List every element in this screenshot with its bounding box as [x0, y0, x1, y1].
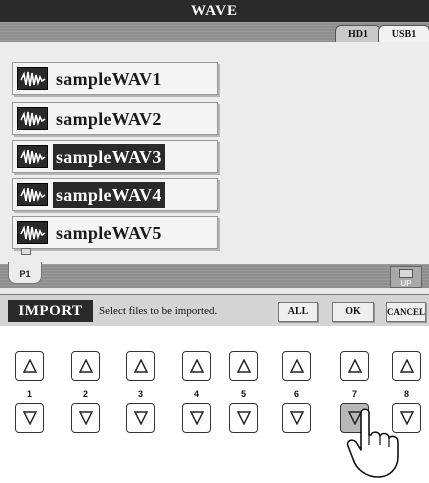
file-name: sampleWAV5 [56, 223, 162, 243]
wave-file-icon [17, 221, 48, 244]
button-number-8: 8 [403, 389, 409, 399]
button-number-5: 5 [240, 389, 246, 399]
folder-icon [399, 269, 413, 278]
button-1-down[interactable] [15, 403, 44, 433]
button-number-3: 3 [137, 389, 143, 399]
pointing-hand-icon [346, 408, 399, 478]
file-list: sampleWAV1 sampleWAV2 sampleWAV3 sampleW… [0, 42, 429, 264]
button-number-1: 1 [26, 389, 32, 399]
button-number-6: 6 [293, 389, 299, 399]
file-item-samplewav5[interactable]: sampleWAV5 [12, 216, 218, 249]
triangle-up-icon [237, 359, 251, 373]
triangle-down-icon [190, 411, 204, 425]
tab-hd1[interactable]: HD1 [335, 25, 381, 42]
button-2-up[interactable] [71, 351, 100, 381]
triangle-up-icon [400, 359, 414, 373]
button-8-up[interactable] [392, 351, 421, 381]
tab-usb1[interactable]: USB1 [378, 25, 429, 42]
button-4-down[interactable] [182, 403, 211, 433]
triangle-down-icon [237, 411, 251, 425]
status-message: Select files to be imported. [99, 305, 218, 317]
triangle-up-icon [79, 359, 93, 373]
file-name: sampleWAV2 [56, 109, 162, 129]
triangle-up-icon [190, 359, 204, 373]
triangle-down-icon [23, 411, 37, 425]
up-button[interactable]: UP [390, 266, 422, 288]
triangle-down-icon [134, 411, 148, 425]
wave-file-icon [17, 183, 48, 206]
mode-label: IMPORT [8, 300, 93, 322]
drive-tab-bar: HD1 USB1 [0, 22, 429, 42]
file-item-samplewav2[interactable]: sampleWAV2 [12, 102, 218, 135]
button-6-down[interactable] [282, 403, 311, 433]
page-tab-label: P1 [19, 269, 31, 279]
triangle-up-icon [134, 359, 148, 373]
triangle-down-icon [290, 411, 304, 425]
button-number-4: 4 [193, 389, 199, 399]
button-6-up[interactable] [282, 351, 311, 381]
action-bar: IMPORT Select files to be imported. ALL … [0, 294, 429, 326]
cancel-button[interactable]: CANCEL [386, 302, 426, 322]
file-item-samplewav4[interactable]: sampleWAV4 [12, 178, 218, 211]
triangle-up-icon [23, 359, 37, 373]
triangle-up-icon [290, 359, 304, 373]
page-bar [0, 264, 429, 288]
button-7-up[interactable] [340, 351, 369, 381]
file-name: sampleWAV3 [53, 144, 165, 170]
button-5-down[interactable] [229, 403, 258, 433]
lcd-screen: WAVE HD1 USB1 sampleWAV1 sampleWAV2 samp… [0, 0, 429, 326]
button-3-up[interactable] [126, 351, 155, 381]
button-number-7: 7 [351, 389, 357, 399]
wave-file-icon [17, 107, 48, 130]
page-marker-icon [21, 248, 31, 255]
button-1-up[interactable] [15, 351, 44, 381]
tab-page-p1[interactable]: P1 [8, 248, 42, 284]
file-item-samplewav1[interactable]: sampleWAV1 [12, 62, 218, 95]
all-button[interactable]: ALL [278, 302, 318, 322]
button-3-down[interactable] [126, 403, 155, 433]
button-5-up[interactable] [229, 351, 258, 381]
triangle-up-icon [348, 359, 362, 373]
up-label: UP [400, 279, 412, 288]
wave-file-icon [17, 67, 48, 90]
button-2-down[interactable] [71, 403, 100, 433]
file-name: sampleWAV4 [53, 182, 165, 208]
file-item-samplewav3[interactable]: sampleWAV3 [12, 140, 218, 173]
file-name: sampleWAV1 [56, 69, 162, 89]
wave-file-icon [17, 145, 48, 168]
button-number-2: 2 [82, 389, 88, 399]
triangle-down-icon [79, 411, 93, 425]
window-title: WAVE [0, 0, 429, 22]
ok-button[interactable]: OK [332, 302, 374, 322]
button-4-up[interactable] [182, 351, 211, 381]
